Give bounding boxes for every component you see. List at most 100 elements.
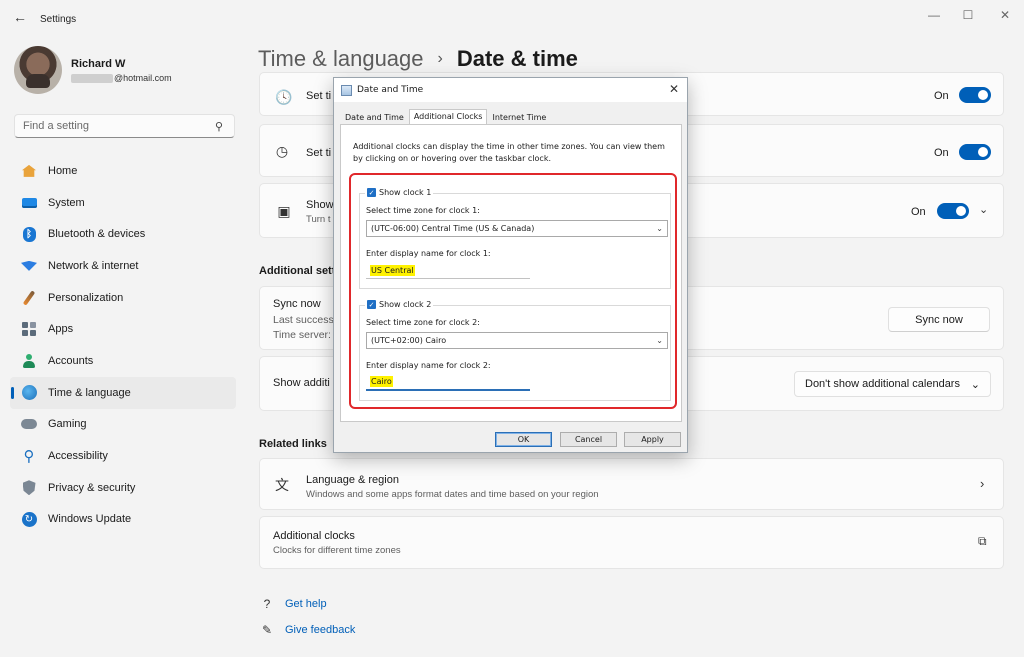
globe-clock-icon — [20, 384, 38, 402]
gamepad-icon — [20, 415, 38, 433]
tab-additional-clocks[interactable]: Additional Clocks — [408, 109, 488, 124]
search-box[interactable]: ⚲ — [14, 114, 235, 138]
row-title: Set ti — [306, 90, 332, 102]
link-row-language-region[interactable]: 文 Language & region Windows and some app… — [259, 458, 1004, 510]
chevron-down-icon: ⌄ — [656, 224, 663, 233]
sidebar-item-label: Time & language — [48, 386, 131, 399]
toggle-state-label: On — [911, 206, 926, 218]
clock1-name-input[interactable]: US Central — [366, 262, 530, 279]
sync-now-button[interactable]: Sync now — [888, 307, 990, 332]
sidebar-item-bluetooth[interactable]: ᛒ Bluetooth & devices — [10, 218, 236, 250]
sidebar-nav: Home System ᛒ Bluetooth & devices Networ… — [10, 155, 236, 535]
page-title: Date & time — [456, 46, 578, 71]
email-redaction — [71, 73, 113, 83]
dialog-tabs: Date and Time Additional Clocks Internet… — [340, 108, 551, 124]
tab-date-and-time[interactable]: Date and Time — [340, 110, 409, 124]
close-icon[interactable]: ✕ — [994, 6, 1016, 24]
link-row-additional-clocks[interactable]: Additional clocks Clocks for different t… — [259, 516, 1004, 569]
ok-button[interactable]: OK — [495, 432, 552, 447]
get-help-link[interactable]: ? Get help — [259, 596, 327, 612]
set-time-auto-toggle[interactable] — [959, 87, 991, 103]
back-arrow-icon[interactable]: ← — [10, 8, 30, 26]
avatar[interactable] — [14, 46, 62, 94]
sidebar-item-home[interactable]: Home — [10, 155, 236, 187]
sidebar-item-apps[interactable]: Apps — [10, 313, 236, 345]
toggle-state-label: On — [934, 147, 949, 159]
sidebar-item-label: Gaming — [48, 418, 87, 431]
dropdown-value: Don't show additional calendars — [805, 378, 960, 390]
sidebar-item-label: Privacy & security — [48, 481, 136, 494]
user-email: @hotmail.com — [71, 73, 172, 83]
tab-internet-time[interactable]: Internet Time — [487, 110, 551, 124]
clock1-group: ✓ Show clock 1 Select time zone for cloc… — [359, 188, 671, 289]
breadcrumb-separator-icon: › — [437, 50, 443, 67]
breadcrumb-parent[interactable]: Time & language — [258, 46, 424, 72]
chevron-down-icon[interactable]: ⌄ — [979, 203, 988, 216]
last-sync-text: Last successf — [273, 314, 337, 326]
person-icon — [20, 352, 38, 370]
home-icon — [20, 162, 38, 180]
sidebar-item-accessibility[interactable]: ⚲ Accessibility — [10, 440, 236, 472]
brush-icon — [20, 289, 38, 307]
clock-icon: ◷ — [275, 142, 289, 159]
give-feedback-link[interactable]: ✎ Give feedback — [259, 622, 355, 638]
search-icon[interactable]: ⚲ — [212, 119, 226, 133]
dialog-close-icon[interactable]: ✕ — [667, 82, 681, 96]
checkbox-checked-icon[interactable]: ✓ — [367, 300, 376, 309]
set-timezone-auto-toggle[interactable] — [959, 144, 991, 160]
sidebar-item-accounts[interactable]: Accounts — [10, 345, 236, 377]
additional-calendars-dropdown[interactable]: Don't show additional calendars ⌄ — [794, 371, 991, 397]
sidebar-item-label: Accounts — [48, 354, 94, 367]
sidebar-item-label: System — [48, 196, 85, 209]
dialog-title: Date and Time — [357, 85, 424, 95]
feedback-icon: ✎ — [261, 623, 273, 637]
minimize-icon[interactable]: — — [923, 6, 945, 24]
sidebar-item-label: Bluetooth & devices — [48, 228, 146, 241]
sidebar-item-label: Accessibility — [48, 450, 108, 463]
open-external-icon: ⧉ — [978, 534, 987, 548]
apps-icon — [20, 320, 38, 338]
show-clock2-checkbox[interactable]: ✓ Show clock 2 — [365, 300, 434, 309]
monitor-icon — [20, 194, 38, 212]
email-suffix: @hotmail.com — [114, 73, 172, 83]
sidebar-item-privacy[interactable]: Privacy & security — [10, 472, 236, 504]
show-clock2-label: Show clock 2 — [379, 300, 432, 309]
row-subtitle: Windows and some apps format dates and t… — [306, 489, 599, 500]
sidebar-item-gaming[interactable]: Gaming — [10, 409, 236, 441]
sidebar-item-time-language[interactable]: Time & language — [10, 376, 236, 409]
sidebar-item-system[interactable]: System — [10, 187, 236, 219]
show-clock1-checkbox[interactable]: ✓ Show clock 1 — [365, 188, 434, 197]
clock2-timezone-value: (UTC+02:00) Cairo — [371, 336, 447, 345]
calendar-clock-icon: ▣ — [277, 202, 291, 219]
search-input[interactable] — [23, 120, 212, 132]
sidebar-item-windows-update[interactable]: ↻ Windows Update — [10, 504, 236, 536]
show-clock1-label: Show clock 1 — [379, 188, 432, 197]
apply-button[interactable]: Apply — [624, 432, 681, 447]
clock2-timezone-select[interactable]: (UTC+02:00) Cairo ⌄ — [366, 332, 668, 349]
additional-clocks-panel: Additional clocks can display the time i… — [340, 124, 682, 422]
clock1-timezone-label: Select time zone for clock 1: — [366, 206, 480, 215]
row-title: Show additi — [273, 377, 330, 389]
clock2-group: ✓ Show clock 2 Select time zone for cloc… — [359, 300, 671, 401]
row-title: Sync now — [273, 298, 321, 310]
cancel-button[interactable]: Cancel — [560, 432, 617, 447]
row-subtitle: Turn t — [306, 214, 331, 225]
clock1-timezone-select[interactable]: (UTC-06:00) Central Time (US & Canada) ⌄ — [366, 220, 668, 237]
row-title: Language & region — [306, 474, 399, 486]
clock1-name-value: US Central — [370, 264, 415, 276]
maximize-icon[interactable]: ☐ — [957, 6, 979, 24]
checkbox-checked-icon[interactable]: ✓ — [367, 188, 376, 197]
give-feedback-label[interactable]: Give feedback — [285, 624, 355, 636]
section-heading-additional: Additional sett — [259, 265, 336, 277]
accessibility-icon: ⚲ — [23, 448, 35, 466]
language-icon: 文 — [275, 477, 289, 493]
clock2-name-input[interactable]: Cairo — [366, 374, 530, 391]
chevron-right-icon: › — [980, 476, 985, 491]
sidebar-item-label: Apps — [48, 323, 74, 336]
sidebar-item-personalization[interactable]: Personalization — [10, 282, 236, 314]
show-in-taskbar-toggle[interactable] — [937, 203, 969, 219]
sidebar-item-label: Personalization — [48, 291, 124, 304]
sidebar-item-network[interactable]: Network & internet — [10, 250, 236, 282]
shield-icon — [20, 479, 38, 497]
get-help-label[interactable]: Get help — [285, 598, 327, 610]
